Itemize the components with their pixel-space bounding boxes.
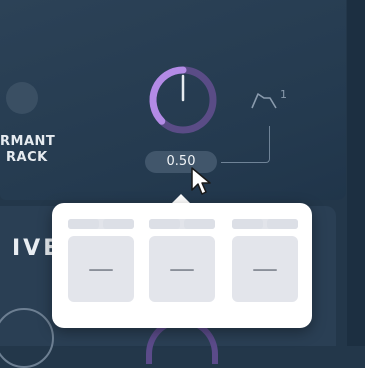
formant-label-line2: RACK xyxy=(6,150,48,165)
waveform-icon xyxy=(0,308,54,368)
mod-slot-2[interactable]: — xyxy=(149,219,215,302)
mod-slot-header xyxy=(149,219,215,229)
mod-slot-header xyxy=(68,219,134,229)
formant-track-toggle[interactable] xyxy=(6,82,38,114)
mod-slot-badge: 1 xyxy=(280,88,287,101)
formant-track-label: RMANT RACK xyxy=(0,134,70,166)
mod-slot-value[interactable]: — xyxy=(68,236,134,302)
mod-slot-value[interactable]: — xyxy=(149,236,215,302)
knob-value-arc xyxy=(149,66,187,125)
mouse-cursor-icon xyxy=(191,167,211,195)
mod-slot-value[interactable]: — xyxy=(232,236,298,302)
modulation-popup: — — — xyxy=(52,203,312,328)
envelope-wave-icon[interactable]: 1 xyxy=(250,88,290,112)
mod-slot-1[interactable]: — xyxy=(68,219,134,302)
mod-connector-line xyxy=(221,126,270,163)
formant-label-line1: RMANT xyxy=(0,134,56,149)
mod-slot-header xyxy=(232,219,298,229)
panel-divider xyxy=(347,0,365,346)
formant-knob[interactable] xyxy=(145,62,221,138)
mod-slot-3[interactable]: — xyxy=(232,219,298,302)
